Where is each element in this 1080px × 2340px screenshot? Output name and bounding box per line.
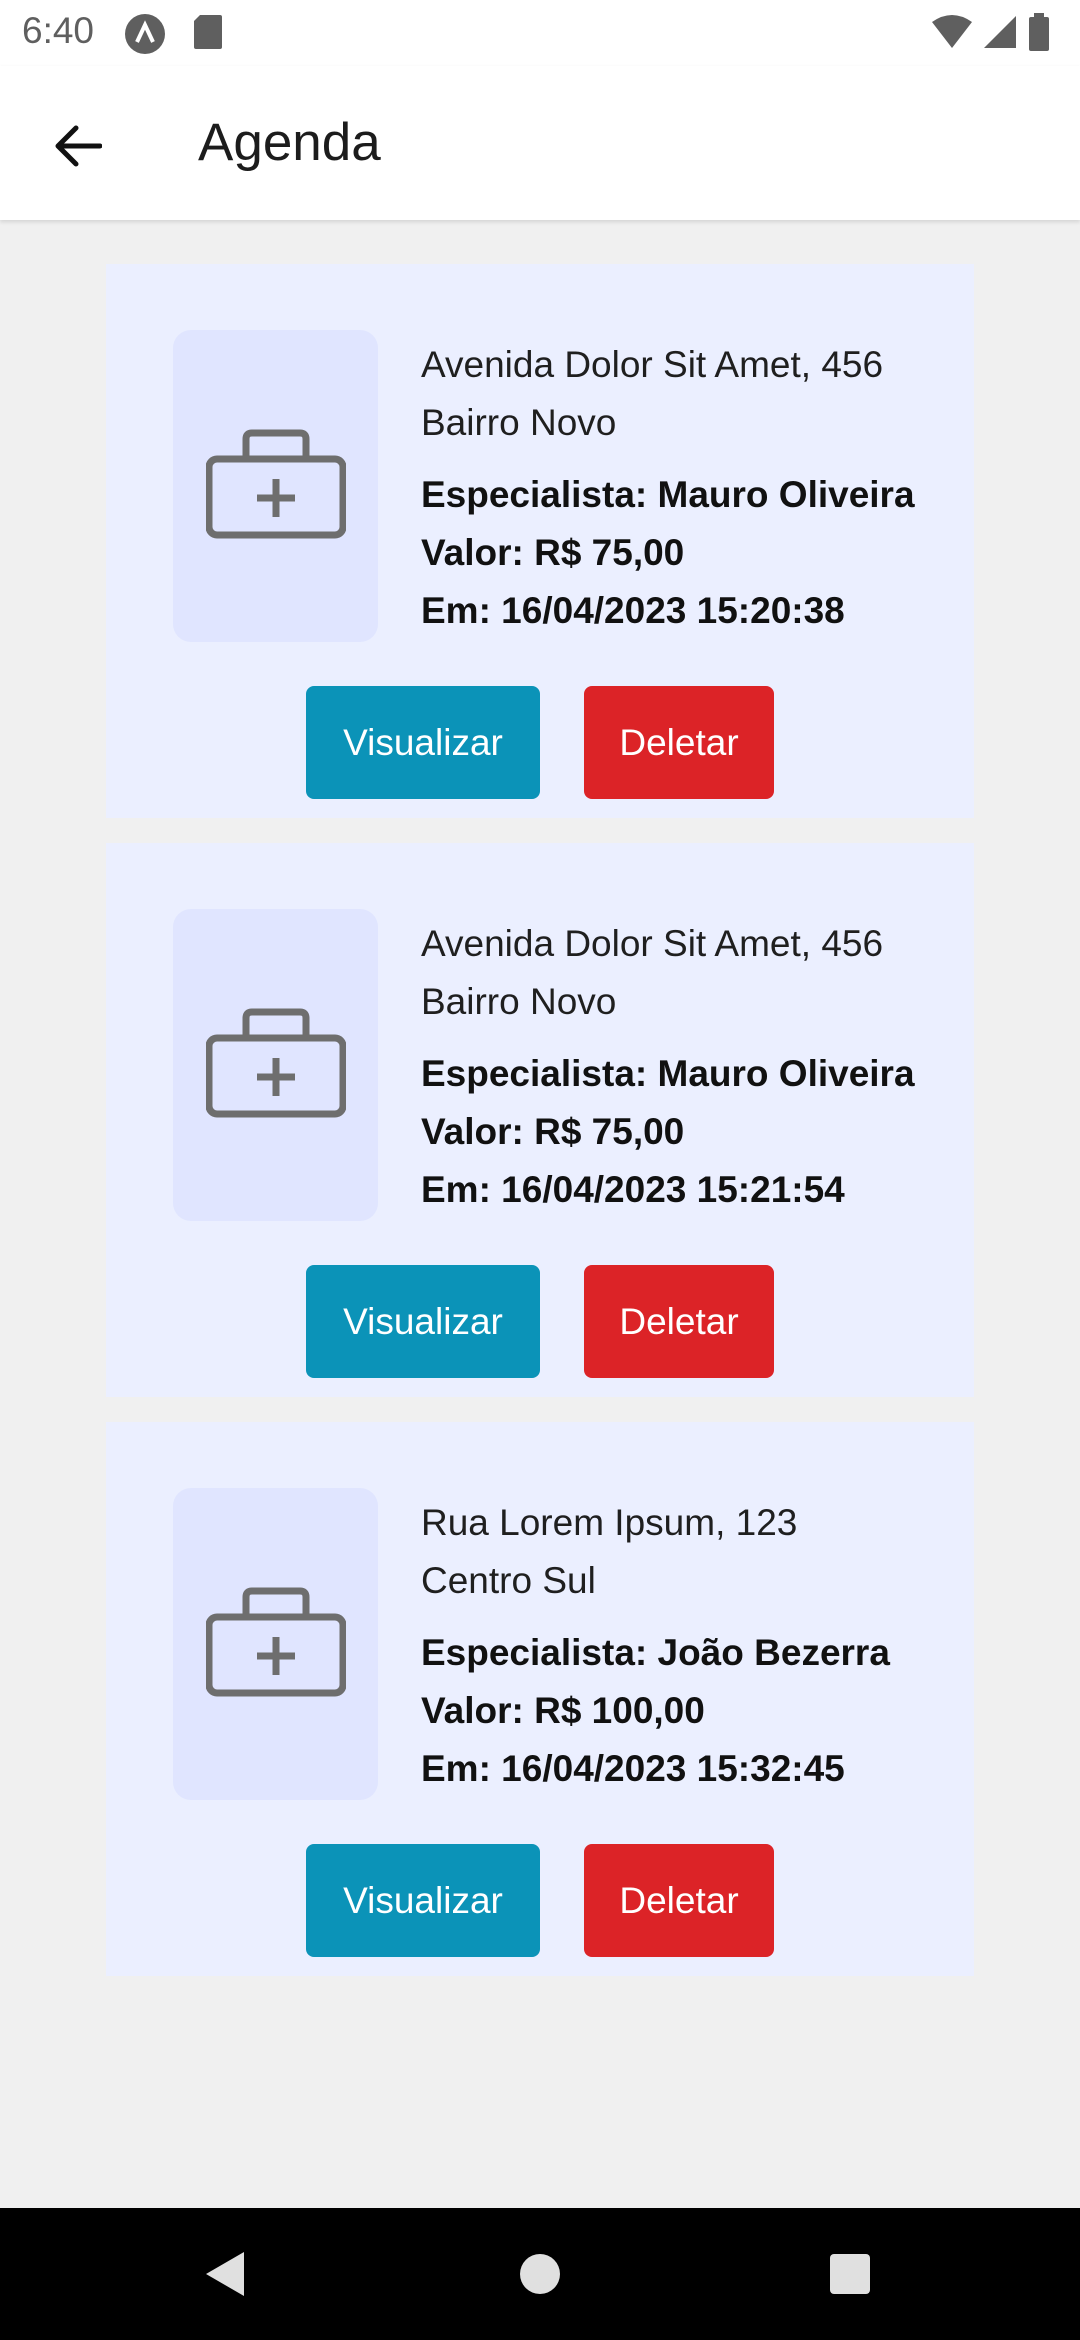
address-line2: Centro Sul <box>421 1560 596 1601</box>
signal-icon <box>982 14 1018 55</box>
card-image <box>173 1488 378 1800</box>
value-text: Valor: R$ 75,00 <box>421 532 685 573</box>
page-title: Agenda <box>198 113 381 172</box>
value-text: Valor: R$ 100,00 <box>421 1690 705 1731</box>
status-time: 6:40 <box>22 10 95 51</box>
specialist-text: Especialista: Mauro Oliveira <box>421 474 915 515</box>
delete-button[interactable]: Deletar <box>584 1844 774 1957</box>
appointment-list: Avenida Dolor Sit Amet, 456 Bairro Novo … <box>106 264 974 2001</box>
navigation-bar <box>0 2208 1080 2340</box>
appointment-card: Rua Lorem Ipsum, 123 Centro Sul Especial… <box>106 1422 974 1976</box>
status-bar: 6:40 <box>0 0 1080 66</box>
arrow-back-icon <box>54 124 103 173</box>
sd-card-icon <box>192 13 224 56</box>
medical-kit-icon <box>205 1587 346 1702</box>
appointment-card: Avenida Dolor Sit Amet, 456 Bairro Novo … <box>106 843 974 1397</box>
medical-kit-icon <box>205 429 346 544</box>
a-app-icon <box>124 13 166 60</box>
card-image <box>173 330 378 642</box>
nav-back-icon[interactable] <box>200 2248 248 2305</box>
delete-button[interactable]: Deletar <box>584 1265 774 1378</box>
view-button[interactable]: Visualizar <box>306 1844 540 1957</box>
medical-kit-icon <box>205 1008 346 1123</box>
battery-icon <box>1028 13 1050 56</box>
date-text: Em: 16/04/2023 15:20:38 <box>421 590 845 631</box>
appointment-card: Avenida Dolor Sit Amet, 456 Bairro Novo … <box>106 264 974 818</box>
card-image <box>173 909 378 1221</box>
address-line1: Avenida Dolor Sit Amet, 456 <box>421 923 884 964</box>
address-line2: Bairro Novo <box>421 981 617 1022</box>
view-button[interactable]: Visualizar <box>306 686 540 799</box>
date-text: Em: 16/04/2023 15:32:45 <box>421 1748 845 1789</box>
app-bar: Agenda <box>0 66 1080 220</box>
date-text: Em: 16/04/2023 15:21:54 <box>421 1169 845 1210</box>
address-line1: Avenida Dolor Sit Amet, 456 <box>421 344 884 385</box>
wifi-icon <box>932 14 972 55</box>
specialist-text: Especialista: João Bezerra <box>421 1632 890 1673</box>
specialist-text: Especialista: Mauro Oliveira <box>421 1053 915 1094</box>
view-button[interactable]: Visualizar <box>306 1265 540 1378</box>
value-text: Valor: R$ 75,00 <box>421 1111 685 1152</box>
back-button[interactable] <box>40 110 116 186</box>
nav-recents-icon[interactable] <box>828 2248 872 2305</box>
address-line2: Bairro Novo <box>421 402 617 443</box>
nav-home-icon[interactable] <box>518 2248 562 2305</box>
delete-button[interactable]: Deletar <box>584 686 774 799</box>
address-line1: Rua Lorem Ipsum, 123 <box>421 1502 798 1543</box>
